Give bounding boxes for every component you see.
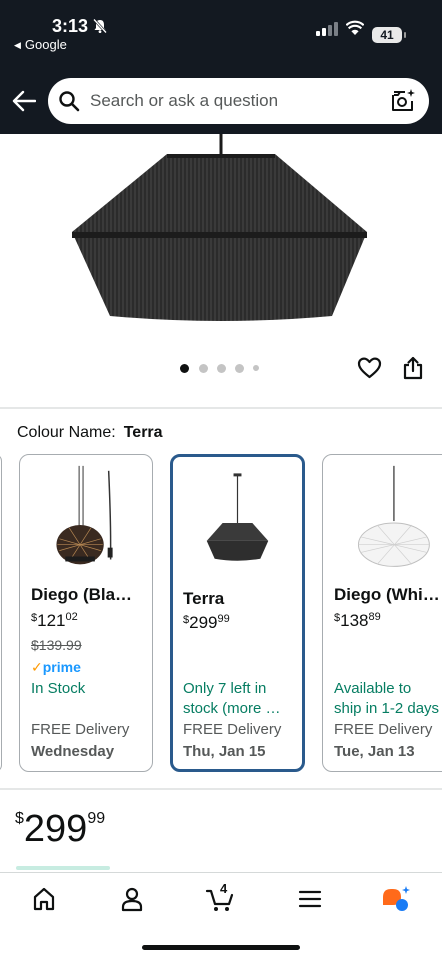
section-divider — [0, 407, 442, 409]
product-image-pendant-lamp[interactable] — [62, 134, 380, 334]
colour-value: Terra — [123, 424, 163, 441]
variant-delivery-date: Thu, Jan 15 — [183, 743, 266, 760]
pager-dot[interactable] — [180, 364, 189, 373]
variant-price: $13889 — [334, 611, 381, 630]
status-time: 3:13 — [52, 16, 89, 36]
variant-image — [56, 465, 113, 565]
colour-name-row: Colour Name: Terra — [17, 424, 163, 442]
pager-dot[interactable] — [253, 365, 259, 371]
heart-icon[interactable] — [357, 356, 382, 380]
variant-was-price: $139.99 — [31, 637, 82, 653]
prime-badge: ✓prime — [31, 659, 81, 675]
product-price: $29999 — [15, 808, 106, 850]
variant-stock-line: Available to — [334, 680, 412, 697]
home-icon[interactable] — [30, 885, 58, 913]
menu-icon[interactable] — [296, 885, 324, 913]
variant-delivery-date: Tue, Jan 13 — [334, 743, 415, 760]
variant-delivery-date: Wednesday — [31, 743, 115, 760]
variant-stock-line: ship in 1-2 days — [334, 700, 440, 717]
variant-name: Terra — [183, 589, 225, 608]
camera-search-icon[interactable] — [390, 88, 416, 114]
back-triangle-icon: ◀ — [14, 40, 21, 50]
variant-card-terra[interactable]: Terra $29999 Only 7 left in stock (more … — [170, 454, 305, 772]
section-divider — [0, 788, 442, 790]
variant-delivery: FREE Delivery — [334, 721, 433, 738]
silent-bell-icon — [93, 18, 107, 34]
variant-name: Diego (Bla… — [31, 585, 133, 604]
rufus-assistant-icon[interactable] — [380, 885, 410, 913]
pager-dot[interactable] — [199, 364, 208, 373]
search-bar[interactable]: Search or ask a question — [48, 78, 429, 124]
account-icon[interactable] — [118, 885, 146, 913]
pager-dot[interactable] — [235, 364, 244, 373]
variant-price: $12102 — [31, 611, 78, 630]
variant-stock: In Stock — [31, 680, 86, 697]
back-arrow-icon[interactable] — [12, 90, 36, 112]
share-icon[interactable] — [402, 356, 424, 380]
variant-card-diego-white[interactable]: Diego (Whi… $13889 Available to ship in … — [322, 454, 442, 772]
variant-image — [357, 465, 430, 567]
app-header: 3:13 ◀ Google 41 Search or ask a question — [0, 0, 442, 134]
pager-dot[interactable] — [217, 364, 226, 373]
search-input[interactable]: Search or ask a question — [90, 91, 278, 111]
variant-card-diego-black[interactable]: Diego (Bla… $12102 $139.99 ✓prime In Sto… — [19, 454, 153, 772]
variant-delivery: FREE Delivery — [31, 721, 130, 738]
back-app-name: Google — [24, 37, 67, 52]
variant-stock-line: Only 7 left in — [183, 680, 267, 697]
variant-name: Diego (Whi… — [334, 585, 440, 604]
colour-label: Colour Name: — [17, 424, 116, 441]
variant-card-partial[interactable] — [0, 454, 2, 772]
variant-image — [206, 473, 269, 561]
home-indicator — [142, 945, 300, 950]
scroll-progress-bar — [16, 866, 110, 875]
variant-stock-line: stock (more … — [183, 700, 281, 717]
variant-price: $29999 — [183, 613, 230, 632]
cell-signal-icon — [316, 22, 338, 36]
wifi-icon — [346, 20, 364, 35]
variant-delivery: FREE Delivery — [183, 721, 282, 738]
bottom-nav: 4 — [0, 872, 442, 960]
battery-indicator: 41 — [372, 27, 406, 43]
back-to-google-link[interactable]: ◀ Google — [14, 37, 67, 52]
search-icon — [59, 91, 80, 112]
prime-check-icon: ✓ — [31, 659, 43, 675]
cart-count-badge: 4 — [220, 881, 228, 896]
